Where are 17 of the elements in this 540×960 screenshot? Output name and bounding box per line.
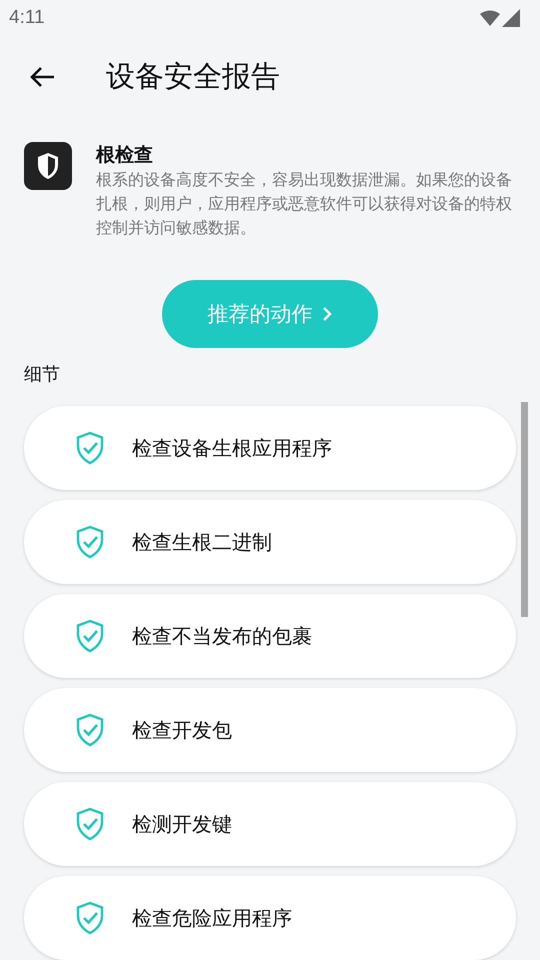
check-item[interactable]: 检查设备生根应用程序 <box>24 406 516 490</box>
check-item[interactable]: 检查危险应用程序 <box>24 876 516 960</box>
page-title: 设备安全报告 <box>106 58 280 95</box>
shield-icon <box>24 142 72 190</box>
check-item[interactable]: 检查不当发布的包裹 <box>24 594 516 678</box>
signal-icon <box>502 8 520 27</box>
check-item[interactable]: 检查生根二进制 <box>24 500 516 584</box>
description-text: 根系的设备高度不安全，容易出现数据泄漏。如果您的设备扎根，则用户，应用程序或恶意软件可以获得对设备的特权控制并访问敏感数据。 <box>96 169 513 239</box>
chevron-right-icon <box>320 305 332 323</box>
back-arrow-icon <box>29 66 55 88</box>
scrollbar[interactable] <box>521 402 528 617</box>
check-item[interactable]: 检测开发键 <box>24 782 516 866</box>
wifi-icon <box>480 10 500 26</box>
section-title: 根检查 <box>96 143 154 168</box>
section-label: 细节 <box>24 363 61 387</box>
status-time: 4:11 <box>9 6 45 29</box>
check-item[interactable]: 检查开发包 <box>24 688 516 772</box>
